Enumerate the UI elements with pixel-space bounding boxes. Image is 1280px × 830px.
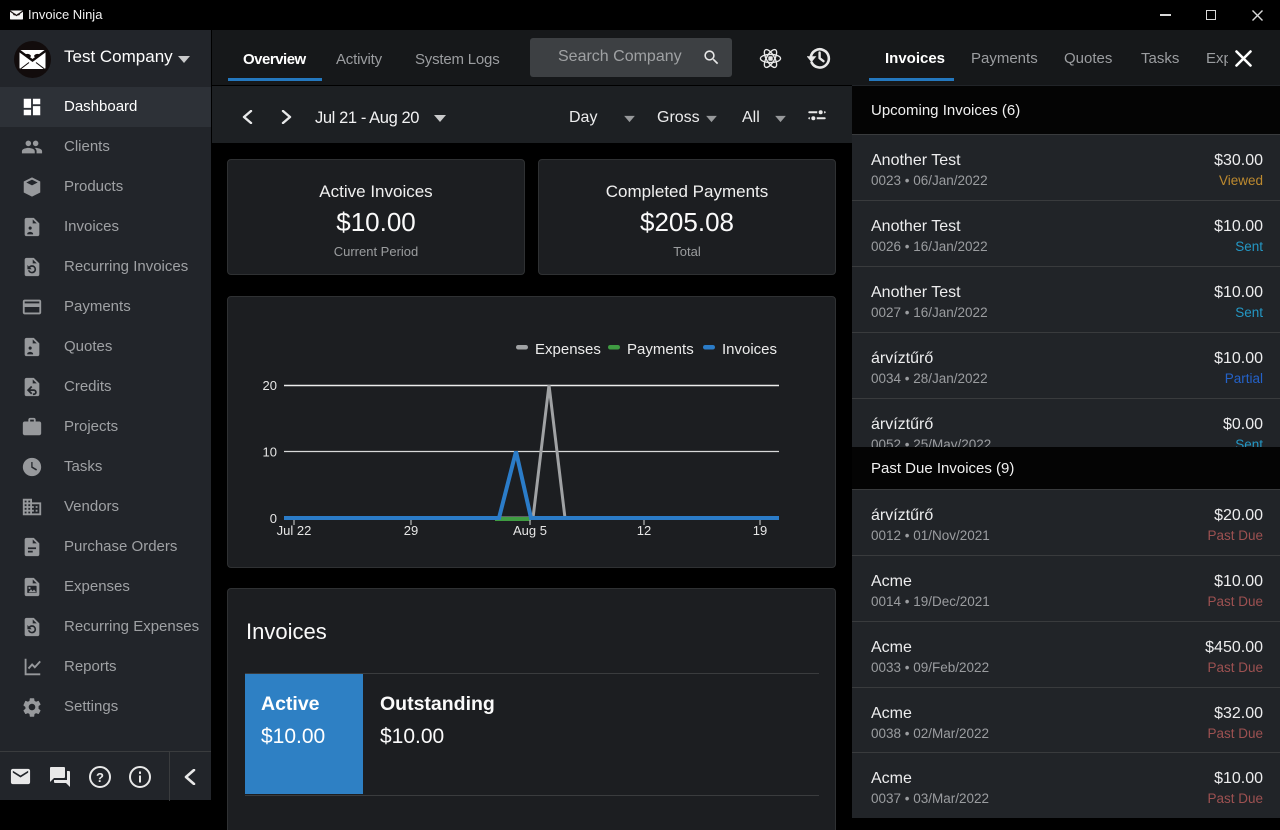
svg-text:Invoices: Invoices (722, 341, 777, 358)
svg-text:12: 12 (637, 523, 651, 538)
svg-text:Expenses: Expenses (535, 341, 601, 358)
svg-text:?: ? (96, 770, 104, 785)
svg-text:19: 19 (753, 523, 767, 538)
svg-text:Payments: Payments (627, 341, 694, 358)
svg-text:29: 29 (404, 523, 418, 538)
svg-text:20: 20 (263, 378, 277, 393)
svg-text:Aug 5: Aug 5 (513, 523, 547, 538)
svg-text:Jul 22: Jul 22 (277, 523, 312, 538)
svg-text:10: 10 (263, 445, 277, 460)
